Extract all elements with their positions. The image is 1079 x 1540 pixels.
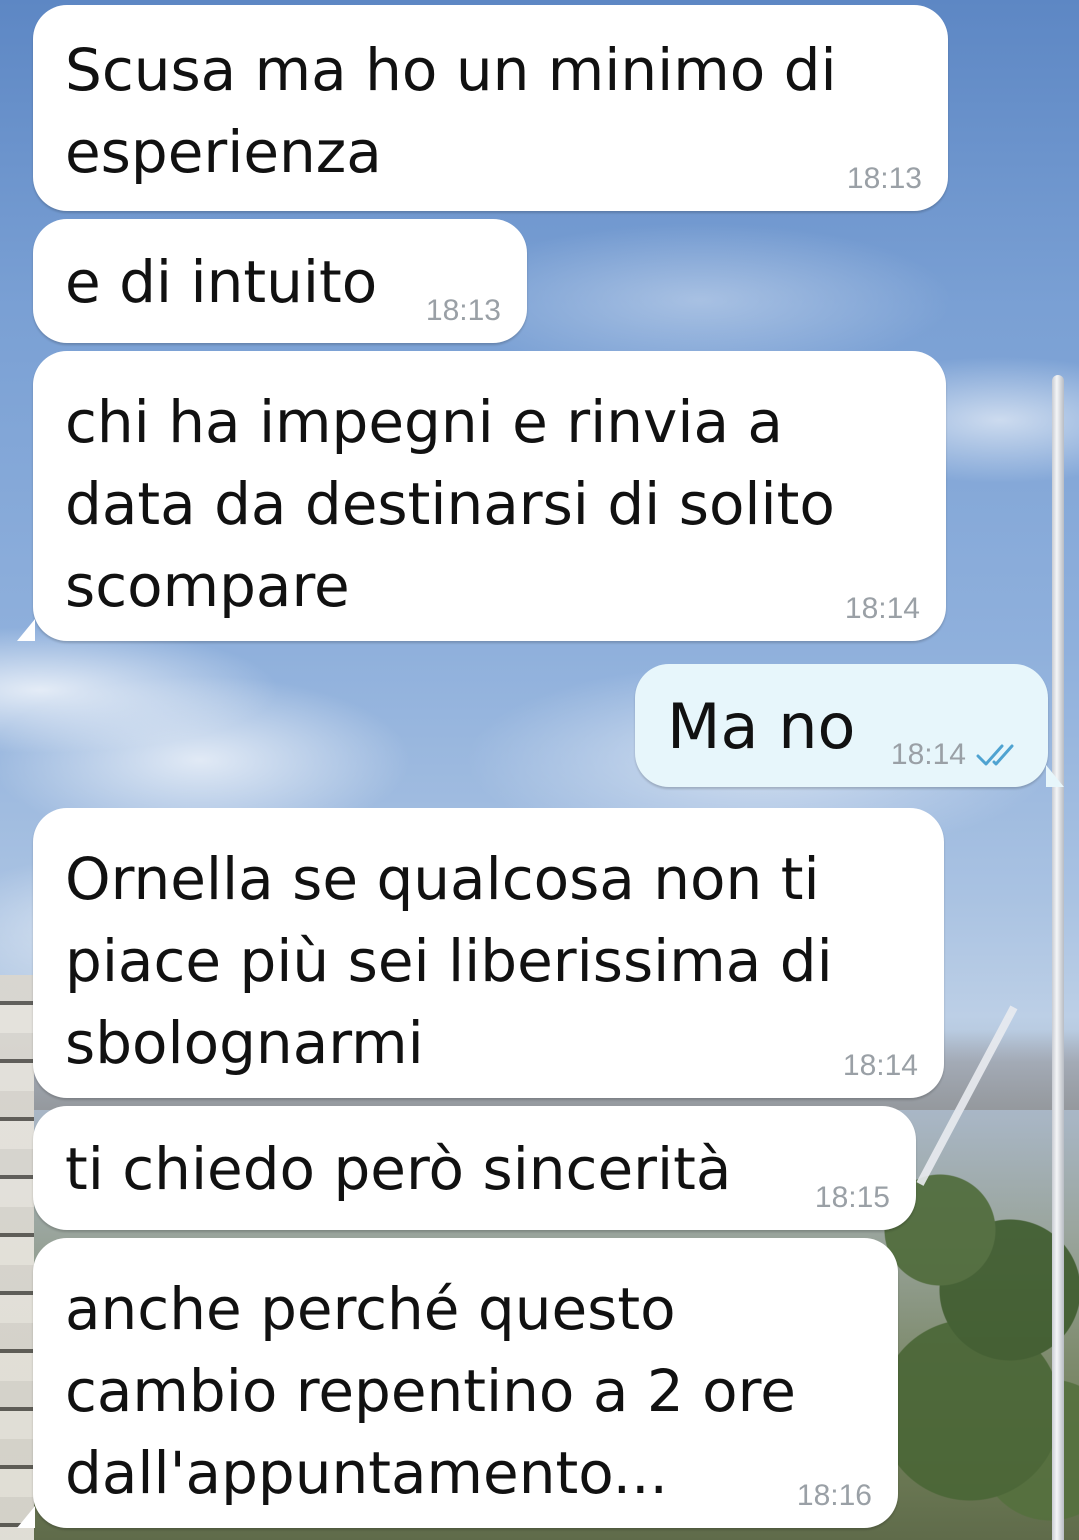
message-text: anche perché questo cambio repentino a 2… (65, 1275, 796, 1507)
incoming-message[interactable]: e di intuito 18:13 (33, 219, 527, 343)
incoming-message[interactable]: chi ha impegni e rinvia a data da destin… (17, 351, 946, 641)
message-text: ti chiedo però sincerità (65, 1135, 732, 1203)
message-time: 18:16 (796, 1479, 872, 1512)
message-text: Scusa ma ho un minimo di esperienza (65, 36, 837, 186)
incoming-message[interactable]: anche perché questo cambio repentino a 2… (17, 1238, 898, 1528)
message-meta: 18:14 (891, 737, 1022, 773)
message-time: 18:13 (846, 162, 922, 195)
message-time: 18:13 (425, 294, 501, 327)
incoming-message[interactable]: Ornella se qualcosa non ti piace più sei… (33, 808, 944, 1098)
incoming-message[interactable]: ti chiedo però sincerità 18:15 (33, 1106, 916, 1230)
message-time: 18:14 (842, 1049, 918, 1082)
message-text: chi ha impegni e rinvia a data da destin… (65, 388, 835, 620)
message-text: Ornella se qualcosa non ti piace più sei… (65, 845, 833, 1077)
double-check-icon (976, 742, 1022, 768)
message-list: Scusa ma ho un minimo di esperienza 18:1… (0, 0, 1079, 1540)
incoming-message[interactable]: Scusa ma ho un minimo di esperienza 18:1… (33, 5, 948, 211)
message-time: 18:14 (844, 592, 920, 625)
message-time: 18:15 (814, 1181, 890, 1214)
message-time: 18:14 (890, 738, 966, 771)
outgoing-message[interactable]: Ma no 18:14 (635, 664, 1064, 787)
